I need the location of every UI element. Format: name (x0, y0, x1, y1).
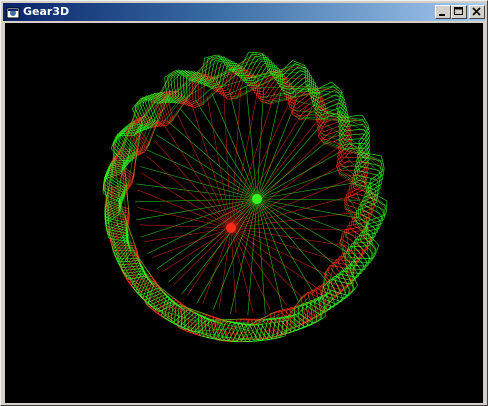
minimize-icon (439, 14, 445, 16)
gear3d-window: Gear3D (0, 0, 488, 406)
gear-wireframe (102, 51, 388, 343)
maximize-button[interactable] (451, 5, 467, 19)
close-icon (472, 7, 481, 16)
close-button[interactable] (469, 5, 485, 19)
gear-app-icon[interactable] (6, 5, 20, 19)
window-title: Gear3D (23, 5, 70, 18)
title-bar[interactable]: Gear3D (3, 3, 485, 21)
maximize-icon (454, 7, 463, 15)
gear-viewport[interactable] (5, 23, 483, 403)
minimize-button[interactable] (435, 5, 451, 19)
